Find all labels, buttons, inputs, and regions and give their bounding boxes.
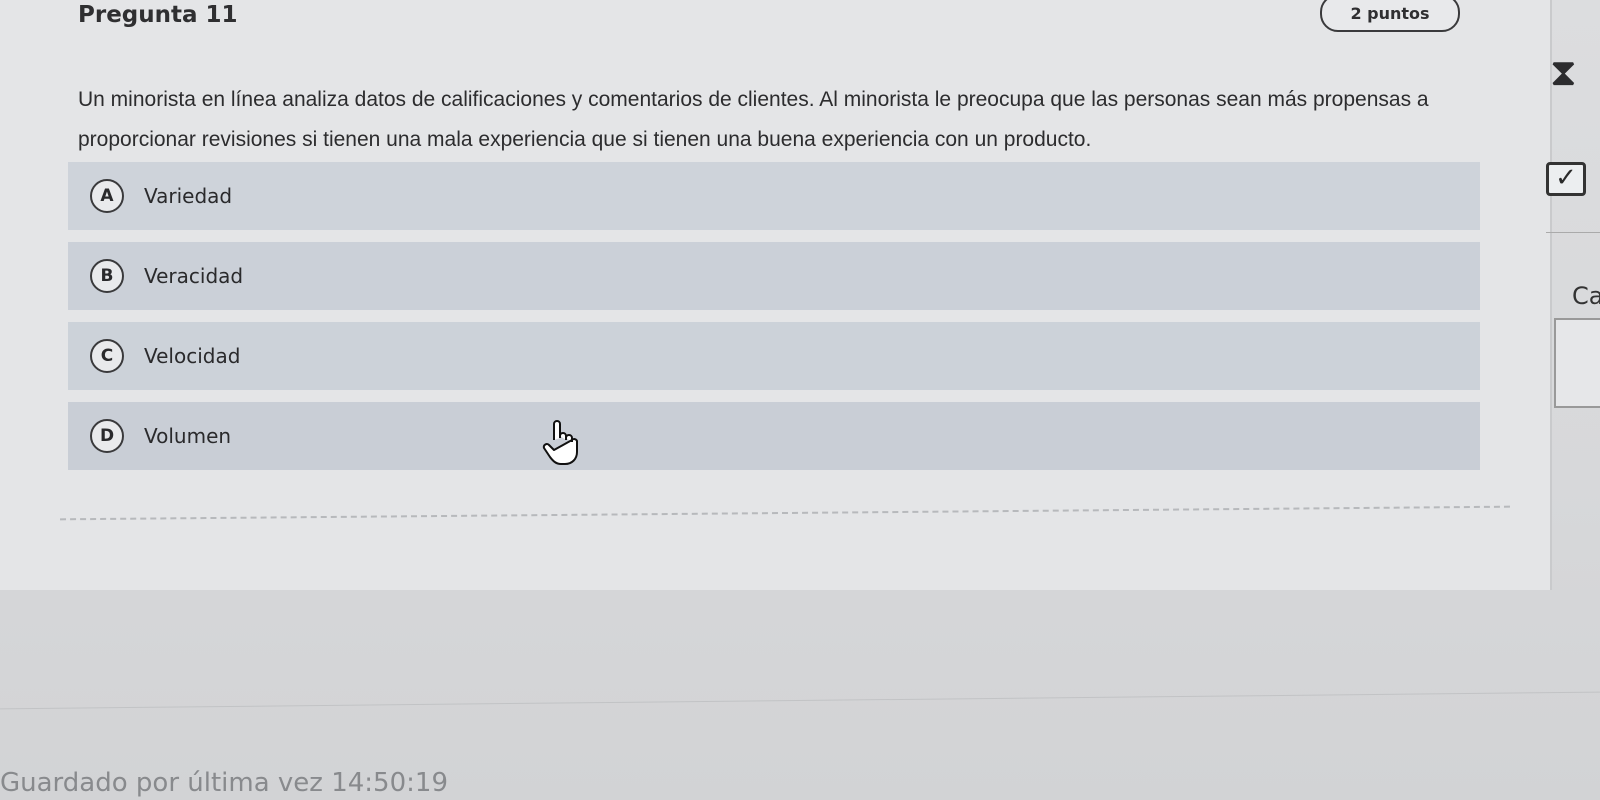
option-letter: C xyxy=(90,339,124,373)
sidebar-box xyxy=(1554,318,1600,408)
points-badge: 2 puntos xyxy=(1320,0,1460,32)
question-title: Pregunta 11 xyxy=(78,2,238,28)
option-label: Volumen xyxy=(144,424,232,448)
save-status-text: Guardado por última vez 14:50:19 xyxy=(0,768,448,798)
option-letter: D xyxy=(90,419,124,453)
option-letter: B xyxy=(90,259,124,293)
dashed-divider xyxy=(60,505,1510,521)
option-c[interactable]: C Velocidad xyxy=(68,322,1480,390)
option-letter: A xyxy=(90,179,124,213)
question-panel: Pregunta 11 2 puntos Un minorista en lín… xyxy=(0,0,1552,590)
checkbox-checked-icon[interactable]: ✓ xyxy=(1546,162,1586,196)
page: Pregunta 11 2 puntos Un minorista en lín… xyxy=(0,0,1600,800)
option-label: Veracidad xyxy=(144,264,244,288)
sidebar-partial-text: Ca xyxy=(1572,282,1600,310)
question-text: Un minorista en línea analiza datos de c… xyxy=(78,88,1429,151)
option-b[interactable]: B Veracidad xyxy=(68,242,1480,310)
option-label: Variedad xyxy=(144,184,233,208)
hourglass-icon[interactable]: ⧗ xyxy=(1550,50,1577,95)
option-a[interactable]: A Variedad xyxy=(68,162,1480,230)
answer-options: A Variedad B Veracidad C Velocidad D Vol… xyxy=(68,162,1480,482)
sidebar-divider xyxy=(1546,232,1600,233)
option-label: Velocidad xyxy=(144,344,241,368)
hand-pointer-icon xyxy=(542,420,578,465)
footer-divider xyxy=(0,691,1600,710)
option-d[interactable]: D Volumen xyxy=(68,402,1480,470)
